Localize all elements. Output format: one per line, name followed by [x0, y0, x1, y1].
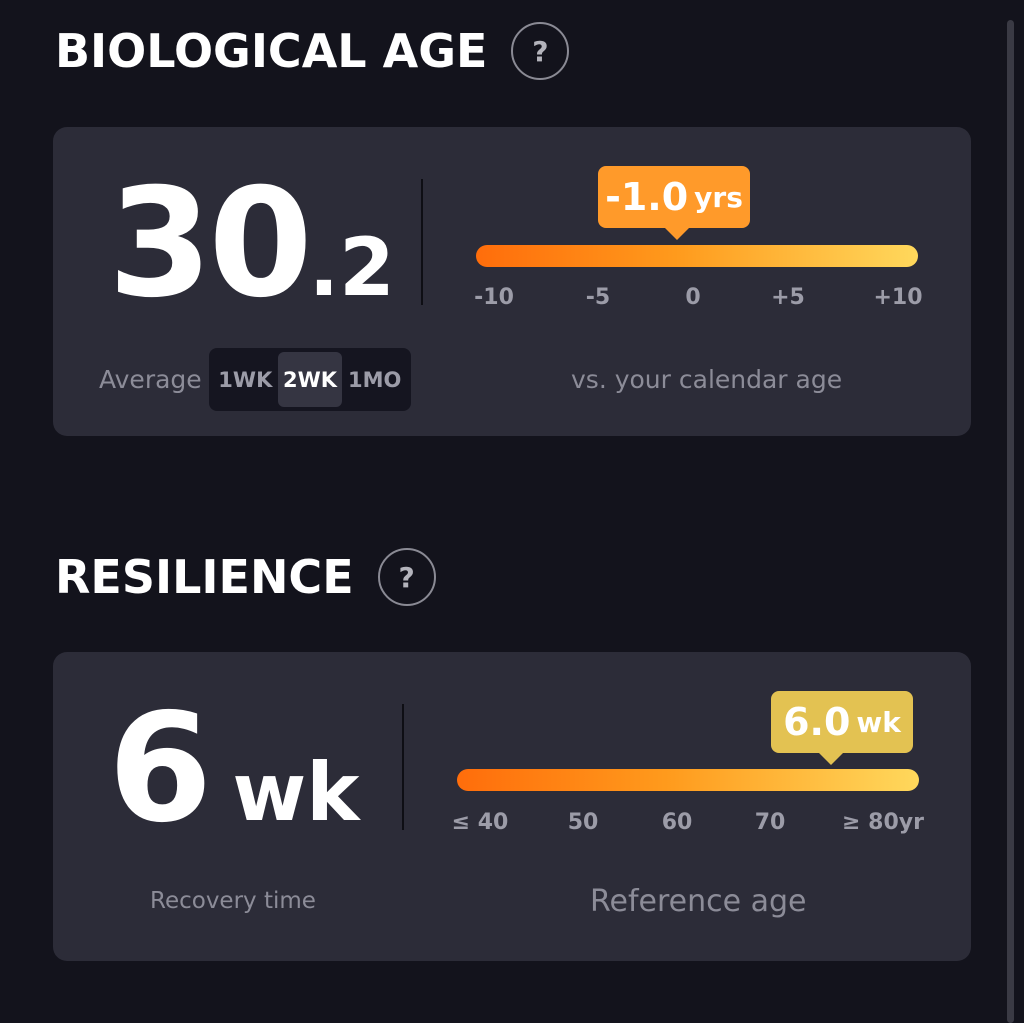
- scale-tick: 60: [661, 810, 693, 835]
- help-icon[interactable]: ?: [511, 22, 570, 80]
- scale-tick: +5: [771, 285, 805, 310]
- scale-tick: 70: [754, 810, 786, 835]
- biological-age-value: 30.2: [108, 157, 395, 331]
- resilience-title: RESILIENCE: [55, 550, 354, 604]
- scale-tick: +10: [873, 285, 923, 310]
- scale-tick: -5: [585, 285, 611, 310]
- biological-age-scale-bar: [476, 245, 918, 267]
- scale-tick: ≤ 40: [451, 810, 509, 835]
- resilience-value: 6 wk: [108, 682, 359, 856]
- help-icon[interactable]: ?: [377, 548, 436, 606]
- period-selector: 1WK 2WK 1MO: [209, 348, 411, 411]
- scale-tick: ≥ 80yr: [842, 810, 924, 835]
- biological-age-divider: [421, 179, 423, 305]
- resilience-scale-bar: [457, 769, 919, 791]
- biological-age-title: BIOLOGICAL AGE: [55, 24, 488, 78]
- resilience-divider: [402, 704, 404, 830]
- tooltip-caret: [663, 227, 690, 240]
- tooltip-caret: [818, 752, 845, 765]
- biological-age-delta-unit: yrs: [694, 180, 743, 214]
- biological-age-header: BIOLOGICAL AGE ?: [55, 22, 570, 80]
- scale-tick: 50: [567, 810, 599, 835]
- resilience-value-main: 6: [108, 682, 212, 856]
- scale-tick: -10: [474, 285, 514, 310]
- resilience-card: 6 wk 6.0 wk ≤ 40 50 60 70 ≥ 80yr Recovery…: [53, 652, 971, 961]
- resilience-value-unit: wk: [232, 746, 360, 839]
- biological-age-delta-value: -1.0: [605, 175, 689, 219]
- biological-age-value-main: 30: [108, 157, 313, 331]
- period-option-2wk[interactable]: 2WK: [277, 352, 343, 407]
- reference-age-caption: Reference age: [590, 884, 807, 919]
- resilience-marker-unit: wk: [856, 705, 901, 739]
- scrollbar[interactable]: [1007, 20, 1014, 1023]
- biological-age-delta-tooltip: -1.0 yrs: [598, 166, 750, 240]
- biological-age-value-decimal: .2: [308, 221, 395, 314]
- scale-tick: 0: [685, 285, 701, 310]
- period-option-1mo[interactable]: 1MO: [342, 352, 407, 407]
- resilience-marker-value: 6.0: [783, 700, 851, 744]
- recovery-time-caption: Recovery time: [150, 888, 316, 914]
- resilience-marker-tooltip: 6.0 wk: [771, 691, 913, 765]
- scale-caption: vs. your calendar age: [571, 365, 843, 394]
- biological-age-card: 30.2 -1.0 yrs -10 -5 0 +5 +10 Average 1W…: [53, 127, 971, 436]
- resilience-header: RESILIENCE ?: [55, 548, 436, 606]
- period-option-1wk[interactable]: 1WK: [213, 352, 278, 407]
- average-label: Average: [99, 365, 202, 394]
